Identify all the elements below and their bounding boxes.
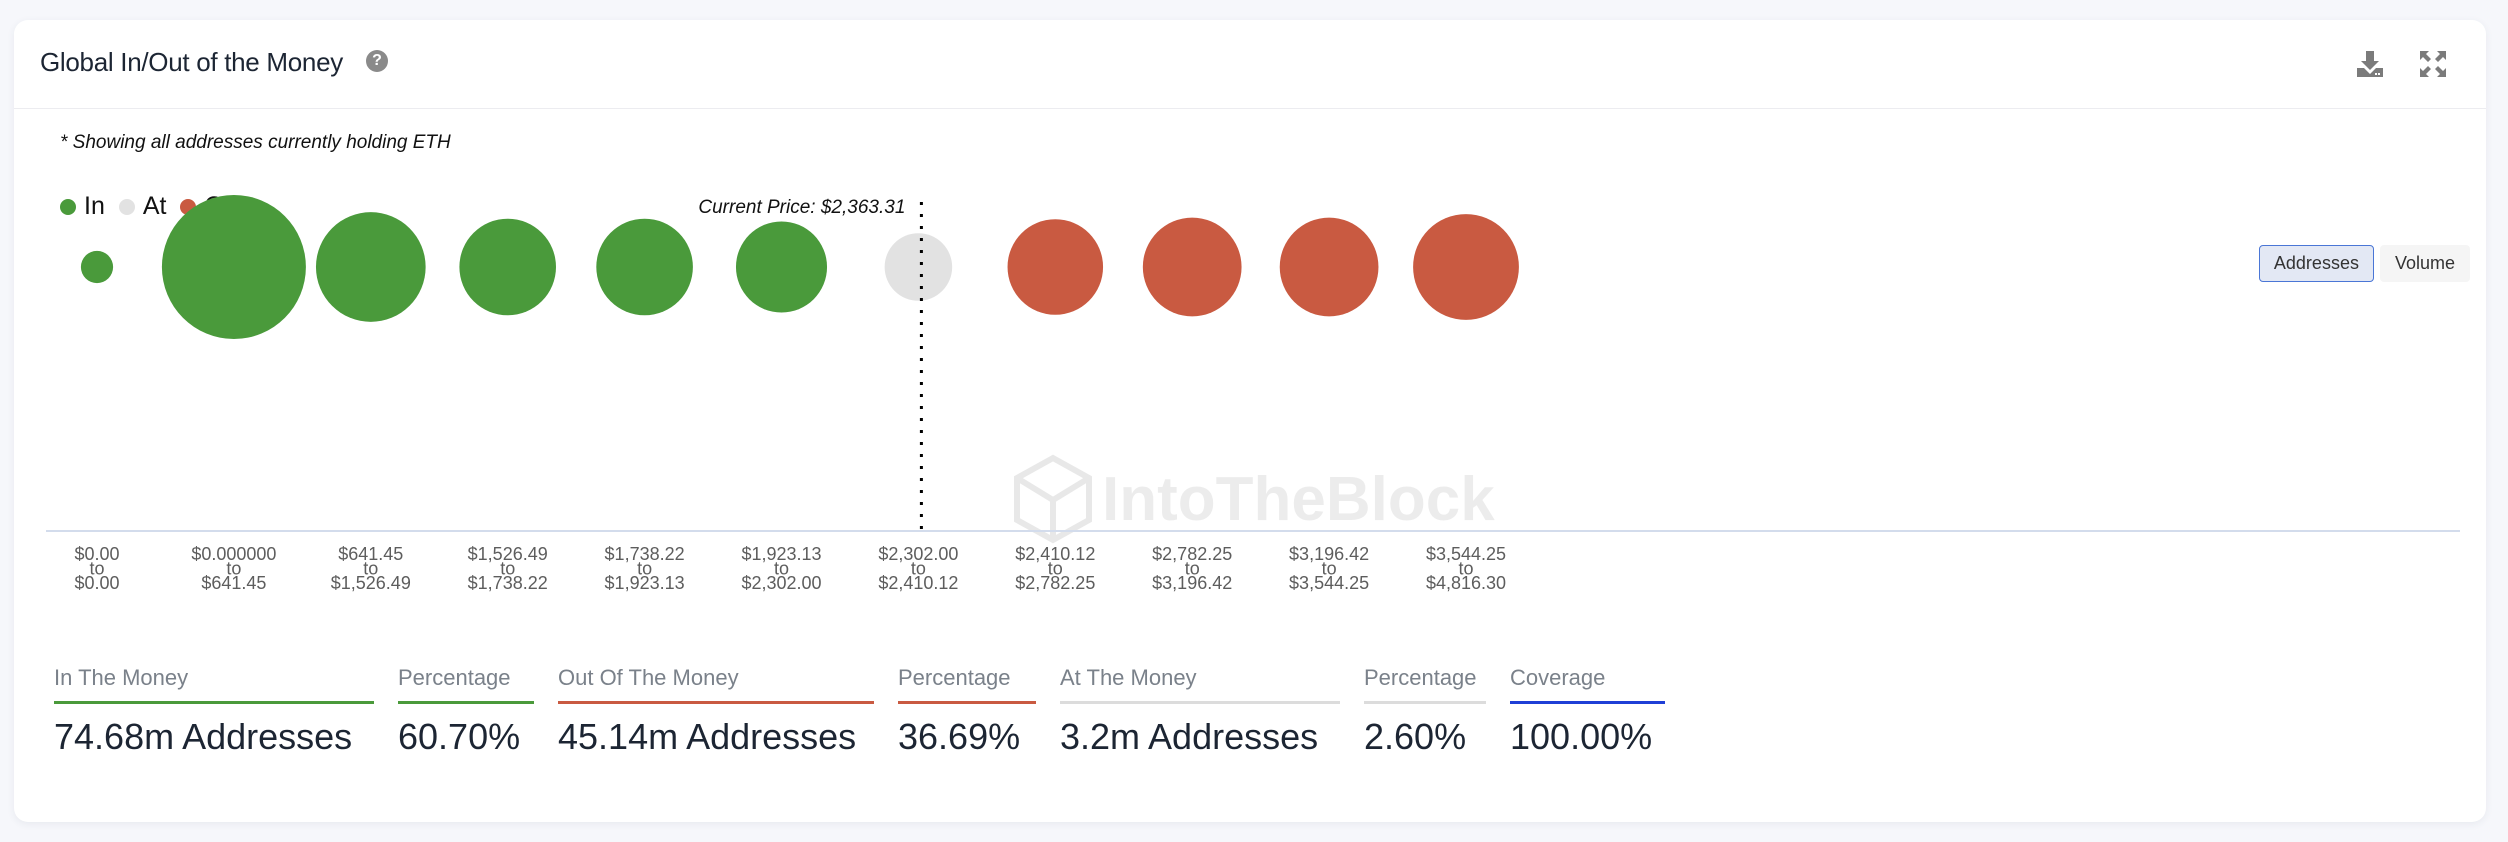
- stat-at-the-money: At The Money 3.2m Addresses: [1060, 665, 1340, 758]
- stat-label: Percentage: [398, 665, 534, 704]
- stat-label: In The Money: [54, 665, 374, 704]
- stat-label: Percentage: [1364, 665, 1486, 704]
- range-to-label: $641.45: [201, 573, 266, 593]
- bubble-out[interactable]: [1279, 217, 1379, 317]
- stats-row: In The Money 74.68m Addresses Percentage 60…: [54, 665, 1689, 758]
- current-price-label: Current Price: $2,363.31: [698, 197, 905, 218]
- stat-value: 3.2m Addresses: [1060, 716, 1319, 757]
- bubble-in[interactable]: [735, 221, 828, 313]
- stat-percentage: Percentage 36.69%: [898, 665, 1036, 758]
- stat-label: Percentage: [898, 665, 1036, 704]
- stat-label: Coverage: [1510, 665, 1665, 704]
- stat-out-of-the-money: Out Of The Money 45.14m Addresses: [558, 665, 874, 758]
- range-to-label: $2,782.25: [1015, 573, 1095, 593]
- watermark-logo-icon: [1014, 454, 1092, 544]
- range-to-label: $2,302.00: [741, 573, 821, 593]
- bubble-at[interactable]: [884, 233, 953, 301]
- stat-value: 2.60%: [1364, 716, 1467, 757]
- bubble-out[interactable]: [1413, 214, 1519, 320]
- stat-label: Out Of The Money: [558, 665, 874, 704]
- range-to-label: $0.00: [74, 573, 119, 593]
- range-to-label: $1,738.22: [468, 573, 548, 593]
- bubble-in[interactable]: [596, 218, 693, 316]
- bubble-out[interactable]: [1142, 217, 1242, 317]
- stat-value: 45.14m Addresses: [558, 716, 857, 757]
- range-to-label: $1,526.49: [331, 573, 411, 593]
- stat-value: 60.70%: [398, 716, 521, 757]
- stat-value: 74.68m Addresses: [54, 716, 353, 757]
- bubble-in[interactable]: [459, 218, 556, 316]
- stat-in-the-money: In The Money 74.68m Addresses: [54, 665, 374, 758]
- range-to-label: $4,816.30: [1426, 573, 1506, 593]
- bubble-in[interactable]: [315, 212, 426, 322]
- range-to-label: $1,923.13: [605, 573, 685, 593]
- stat-percentage: Percentage 2.60%: [1364, 665, 1486, 758]
- watermark: IntoTheBlock: [1014, 454, 1495, 544]
- bubble-in[interactable]: [80, 250, 114, 284]
- stat-label: At The Money: [1060, 665, 1340, 704]
- bubble-out[interactable]: [1007, 219, 1104, 315]
- bubble-in[interactable]: [161, 195, 306, 339]
- range-to-label: $2,410.12: [878, 573, 958, 593]
- stat-value: 100.00%: [1510, 716, 1653, 757]
- stat-percentage: Percentage 60.70%: [398, 665, 534, 758]
- iomap-card: Global In/Out of the Money ? * Showing a…: [14, 20, 2486, 822]
- range-to-label: $3,196.42: [1152, 573, 1232, 593]
- stat-coverage: Coverage 100.00%: [1510, 665, 1665, 758]
- stat-value: 36.69%: [898, 716, 1021, 757]
- range-to-label: $3,544.25: [1289, 573, 1369, 593]
- watermark-text: IntoTheBlock: [1102, 465, 1495, 534]
